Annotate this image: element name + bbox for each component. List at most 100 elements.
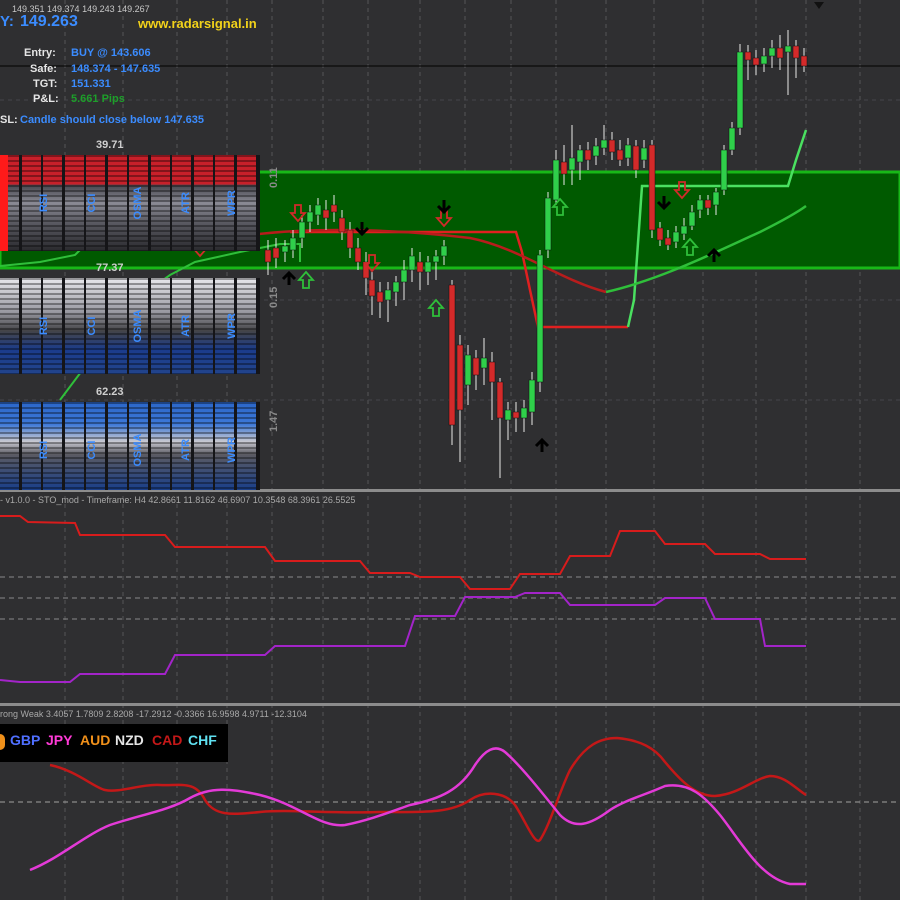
indicator-label-rsi: RSI [38,440,50,460]
bull-candle [504,409,512,421]
indicator-bar [150,278,170,374]
bull-candle [440,245,448,257]
indicator-label-osma: OSMA [132,186,144,220]
bull-candle [536,254,544,383]
tgt-label: TGT: [33,78,58,90]
indicator-bar [193,278,213,374]
indicator-label-cci: CCI [86,440,98,460]
bull-candle [520,407,528,419]
sto-purple-line [0,592,806,683]
indicator-bar-stripes [107,155,127,251]
quote-values: 149.351 149.374 149.243 149.267 [12,4,150,14]
bear-candle [704,199,712,209]
indicator-panel-scale: 1.47 [268,410,280,432]
indicator-label-wpr: WPR [226,313,238,339]
bear-candle [264,249,272,263]
bull-candle [640,147,648,161]
bear-candle [648,144,656,231]
bear-candle [416,261,424,273]
bear-candle [664,237,672,246]
bear-candle [346,229,354,249]
indicator-label-atr: ATR [180,192,192,214]
sl-value: Candle should close below 147.635 [20,114,205,126]
bull-candle [384,289,392,301]
bull-candle [576,149,584,163]
indicator-bar [193,402,213,490]
indicator-panel-value: 39.71 [96,139,124,151]
bull-candle [784,45,792,53]
bull-candle [592,145,600,157]
indicator-panel-value: 77.37 [96,262,124,274]
indicator-bar-stripes [64,402,84,490]
chart-shift-marker-icon[interactable] [814,2,824,9]
safe-value: 148.374 - 147.635 [71,63,161,75]
indicator-bar [150,155,170,251]
bull-candle [480,357,488,369]
bear-candle [792,45,800,59]
bear-candle [744,51,752,61]
indicator-label-osma: OSMA [132,433,144,467]
indicator-panel: RSI CCI OSMA ATR WPR [0,155,260,251]
legend-aud: AUD [80,732,111,748]
bear-candle [584,149,592,161]
indicator-label-atr: ATR [180,439,192,461]
indicator-bar [236,155,256,251]
bull-candle [400,269,408,283]
safe-label: Safe: [30,63,57,75]
legend-cad: CAD [152,732,183,748]
black-up-arrow-icon [534,437,550,452]
legend-chf: CHF [188,732,217,748]
bull-candle [289,237,297,251]
indicator-bar [107,155,127,251]
website-link[interactable]: www.radarsignal.in [138,16,257,31]
indicator-bar [107,278,127,374]
indicator-bar [64,402,84,490]
indicator-bar-stripes [150,155,170,251]
indicator-bar-stripes [193,278,213,374]
entry-value: BUY @ 143.606 [71,47,151,59]
indicator-bar-stripes [193,402,213,490]
current-price: 149.263 [20,13,78,30]
bull-candle [672,231,680,243]
bear-candle [472,357,480,376]
legend-jpy: JPY [46,732,73,748]
bear-candle [632,145,640,171]
indicator-bar [193,155,213,251]
buy-arrow-icon [427,298,445,317]
indicator-bar-stripes [107,278,127,374]
indicator-bar-stripes [64,155,84,251]
indicator-bar-stripes [150,278,170,374]
price-label: Y: [0,13,14,30]
indicator-bar-stripes [236,278,256,374]
indicator-bar-stripes [150,402,170,490]
bull-candle [281,245,289,253]
sto-header: - v1.0.0 - STO_mod - Timeframe: H4 42.86… [0,495,356,505]
bull-candle [712,191,720,206]
indicator-bar-stripes [236,402,256,490]
bull-candle [552,159,560,201]
bear-candle [512,411,520,419]
bull-candle [720,149,728,191]
bear-candle [496,381,504,419]
indicator-panel-scale: 0.15 [268,286,280,308]
indicator-highlight [0,155,8,251]
indicator-bar [150,402,170,490]
subwindow-separator-2 [0,703,900,706]
bull-candle [544,197,552,251]
indicator-bar [0,278,19,374]
bull-candle [680,225,688,235]
indicator-label-rsi: RSI [38,193,50,213]
sl-label: SL: [0,114,18,126]
bear-candle [456,344,464,411]
black-up-arrow-icon [281,270,297,285]
bull-candle [464,354,472,386]
tgt-value: 151.331 [71,78,111,90]
bull-candle [298,221,306,239]
bear-candle [488,361,496,383]
bear-candle [338,217,346,233]
indicator-label-wpr: WPR [226,437,238,463]
bull-candle [624,144,632,159]
bull-candle [392,281,400,293]
trading-chart-window: Y: 149.263 149.351 149.374 149.243 149.2… [0,0,900,900]
indicator-bar-stripes [64,278,84,374]
